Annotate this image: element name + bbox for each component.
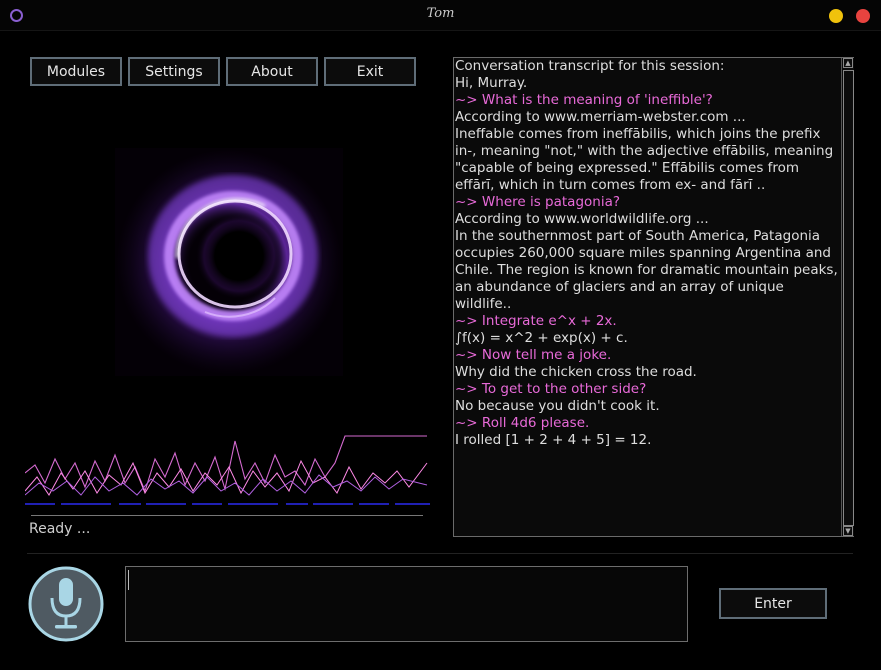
user-message: ~> Where is patagonia?: [455, 194, 621, 210]
user-message: ~> To get to the other side?: [455, 381, 647, 397]
exit-button[interactable]: Exit: [324, 57, 416, 86]
title-bar: Tom: [0, 0, 881, 31]
transcript-content: Conversation transcript for this session…: [455, 58, 839, 449]
user-message: ~> Now tell me a joke.: [455, 347, 612, 363]
assistant-message: Hi, Murray.: [455, 75, 528, 91]
scroll-down-icon[interactable]: ▼: [843, 526, 853, 536]
assistant-message: Why did the chicken cross the road.: [455, 364, 697, 380]
assistant-message: Ineffable comes from ineffābilis, which …: [455, 126, 838, 193]
modules-button[interactable]: Modules: [30, 57, 122, 86]
microphone-button[interactable]: [28, 566, 104, 642]
user-message: ~> What is the meaning of 'ineffible'?: [455, 92, 713, 108]
assistant-message: No because you didn't cook it.: [455, 398, 660, 414]
window-title: Tom: [426, 6, 455, 21]
scroll-thumb[interactable]: [843, 70, 854, 526]
transcript-scrollbar[interactable]: ▲ ▼: [841, 58, 854, 536]
assistant-orb: [115, 148, 343, 376]
assistant-message: I rolled [1 + 2 + 4 + 5] = 12.: [455, 432, 652, 448]
message-input[interactable]: [125, 566, 688, 642]
settings-button[interactable]: Settings: [128, 57, 220, 86]
visualizer-divider: [31, 515, 423, 516]
assistant-message: According to www.merriam-webster.com ...: [455, 109, 746, 125]
status-text: Ready ...: [29, 521, 91, 537]
text-caret: [128, 570, 129, 590]
assistant-message: In the southernmost part of South Americ…: [455, 228, 843, 312]
close-button[interactable]: [856, 9, 870, 23]
minimize-button[interactable]: [829, 9, 843, 23]
assistant-message: ∫f(x) = x^2 + exp(x) + c.: [455, 330, 628, 346]
transcript-panel[interactable]: Conversation transcript for this session…: [453, 57, 854, 537]
user-message: ~> Roll 4d6 please.: [455, 415, 590, 431]
scroll-up-icon[interactable]: ▲: [843, 58, 853, 68]
audio-visualizer: [25, 435, 430, 505]
enter-button[interactable]: Enter: [719, 588, 827, 619]
about-button[interactable]: About: [226, 57, 318, 86]
section-divider: [27, 553, 853, 554]
assistant-message: According to www.worldwildlife.org ...: [455, 211, 709, 227]
assistant-message: Conversation transcript for this session…: [455, 58, 725, 74]
user-message: ~> Integrate e^x + 2x.: [455, 313, 617, 329]
